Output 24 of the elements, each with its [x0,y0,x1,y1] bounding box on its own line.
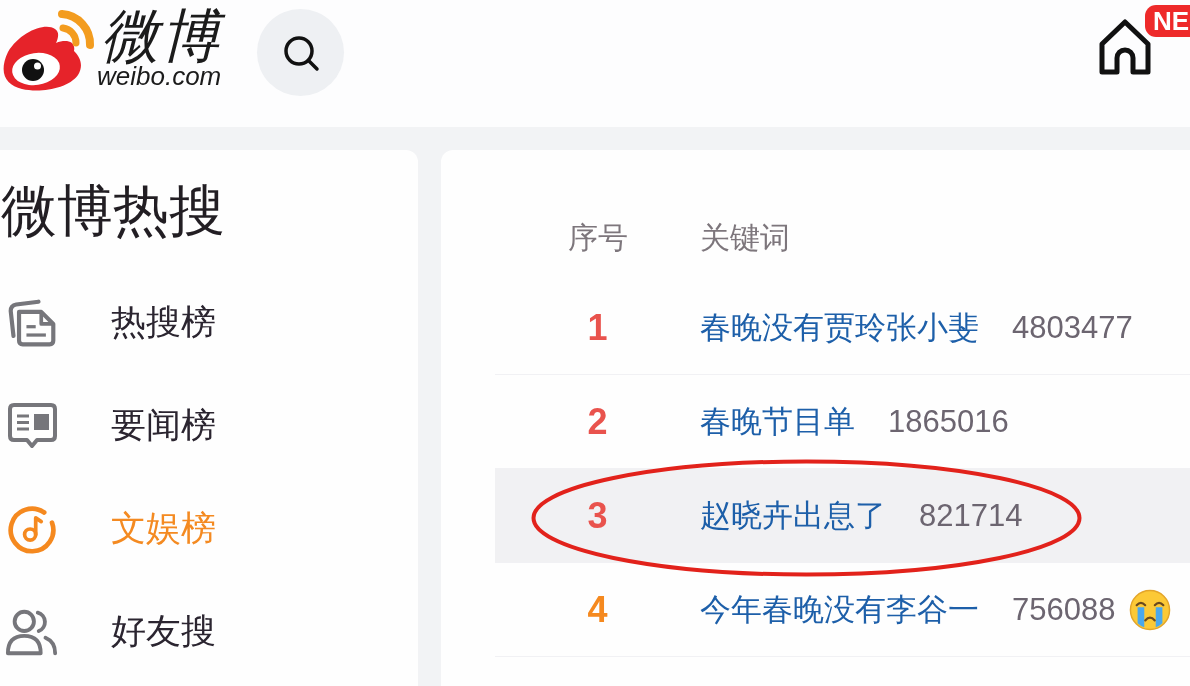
ranking-row[interactable]: 4 今年春晚没有李谷一 756088 [495,563,1190,657]
ranking-row[interactable]: 1 春晚没有贾玲张小斐 4803477 [495,281,1190,375]
heat-count: 1865016 [888,403,1009,440]
column-header: 关键词 [700,219,790,256]
heat-count: 4803477 [1012,309,1133,346]
rank-number: 2 [587,400,608,442]
heat-count: 821714 [919,497,1023,534]
home-icon[interactable] [1097,18,1153,76]
sidebar-item[interactable]: 好友搜 [0,580,216,683]
message-icon [5,400,59,451]
sidebar-item[interactable]: 要闻榜 [0,374,216,477]
keyword-link[interactable]: 今年春晚没有李谷一 [700,588,979,631]
rank-number: 3 [587,494,608,536]
keyword-link[interactable]: 春晚没有贾玲张小斐 [700,306,979,349]
music-note-icon [5,503,59,554]
sidebar-title: 微博热搜 [1,179,225,243]
keyword-link[interactable]: 春晚节目单 [700,400,855,443]
rank-number: 4 [587,588,608,630]
heat-count: 756088 [1012,591,1116,628]
keyword-link[interactable]: 赵晓卉出息了 [700,494,886,537]
column-header: 序号 [567,220,628,254]
sidebar-item[interactable]: 热搜榜 [0,271,216,374]
rank-number: 1 [587,306,608,348]
new-badge: NE [1145,5,1190,37]
